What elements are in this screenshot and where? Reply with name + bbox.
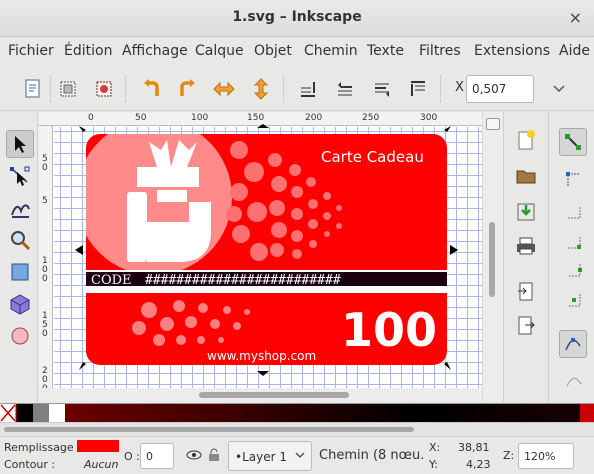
rotate-ccw-icon[interactable] xyxy=(139,76,165,102)
card-amount: 100 xyxy=(341,303,437,357)
no-paint-swatch[interactable] xyxy=(0,404,16,422)
selector-tool-icon[interactable] xyxy=(6,130,34,158)
raise-icon[interactable] xyxy=(332,76,358,102)
eye-icon[interactable] xyxy=(186,449,202,464)
node-tool-icon[interactable] xyxy=(6,162,34,190)
window-title: 1.svg – Inkscape xyxy=(232,9,362,25)
stroke-label: Contour : xyxy=(4,458,56,471)
snap-bbox-edges-icon[interactable] xyxy=(564,202,584,222)
fill-label: Remplissage : xyxy=(4,441,81,454)
opacity-input[interactable]: 0 xyxy=(140,443,174,469)
menu-chemin[interactable]: Chemin xyxy=(304,43,358,59)
zoom-tool-icon[interactable] xyxy=(6,226,34,254)
ellipse-tool-icon[interactable] xyxy=(6,322,34,350)
cursor-x-label: X: xyxy=(429,441,441,454)
fill-swatch[interactable] xyxy=(77,440,119,452)
lower-to-bottom-icon[interactable] xyxy=(405,76,431,102)
snap-paths-icon[interactable] xyxy=(564,370,584,390)
open-document-icon[interactable] xyxy=(512,162,540,190)
close-icon[interactable]: × xyxy=(569,8,582,27)
menu-edition[interactable]: Édition xyxy=(64,43,112,59)
selection-description: Chemin (8 nœu... xyxy=(319,448,423,463)
new-document-icon[interactable] xyxy=(512,126,540,154)
menu-affichage[interactable]: Affichage xyxy=(122,43,188,59)
scroll-thumb[interactable] xyxy=(489,222,495,297)
commands-toolbar: X 0,507 xyxy=(0,65,594,111)
flip-vertical-icon[interactable] xyxy=(248,76,274,102)
menu-bar: Fichier Édition Affichage Calque Objet C… xyxy=(0,37,594,65)
title-bar: 1.svg – Inkscape × xyxy=(0,0,594,37)
card-code-label: CODE xyxy=(91,273,132,288)
card-code-value: ######################### xyxy=(145,273,341,288)
tool-box xyxy=(0,112,38,402)
snap-bbox-corners-icon[interactable] xyxy=(564,232,584,252)
card-title: Carte Cadeau xyxy=(321,148,424,166)
document-properties-icon[interactable] xyxy=(20,76,46,102)
menu-calque[interactable]: Calque xyxy=(195,43,244,59)
snap-centers-icon[interactable] xyxy=(564,290,584,310)
snap-toolbar xyxy=(503,112,594,402)
snap-toggle-icon[interactable] xyxy=(559,128,587,156)
zoom-input[interactable]: 120% xyxy=(518,443,574,469)
layer-dropdown[interactable]: •Layer 1 xyxy=(228,441,312,471)
view-toggle-icon[interactable] xyxy=(486,118,500,130)
stroke-value: Aucun xyxy=(84,458,119,471)
import-icon[interactable] xyxy=(512,278,540,306)
chevron-down-icon[interactable] xyxy=(295,450,305,463)
horizontal-scrollbar[interactable] xyxy=(39,388,482,402)
x-label: X xyxy=(455,80,464,95)
red-swatch[interactable] xyxy=(580,404,594,422)
select-page-icon[interactable] xyxy=(91,76,117,102)
status-bar: Remplissage : Contour : Aucun O : 0 •Lay… xyxy=(0,436,594,474)
rotate-cw-icon[interactable] xyxy=(174,76,200,102)
cursor-x-value: 38,81 xyxy=(458,441,490,454)
lower-icon[interactable] xyxy=(369,76,395,102)
raise-to-top-icon[interactable] xyxy=(295,76,321,102)
select-all-icon[interactable] xyxy=(55,76,81,102)
palette-scrollbar[interactable] xyxy=(0,422,594,436)
zoom-label: Z: xyxy=(503,449,515,462)
lock-icon[interactable] xyxy=(208,448,220,465)
menu-aide[interactable]: Aide xyxy=(559,43,590,59)
chevron-down-icon[interactable] xyxy=(546,76,572,102)
card-url: www.myshop.com xyxy=(207,349,316,363)
layer-name: •Layer 1 xyxy=(235,450,287,464)
scroll-thumb[interactable] xyxy=(4,427,414,432)
snap-bbox-icon[interactable] xyxy=(564,170,584,190)
cursor-y-label: Y: xyxy=(429,458,438,471)
menu-texte[interactable]: Texte xyxy=(367,43,404,59)
white-swatch[interactable] xyxy=(49,404,65,422)
gray-swatch[interactable] xyxy=(33,404,49,422)
scroll-thumb[interactable] xyxy=(199,392,349,398)
export-icon[interactable] xyxy=(512,312,540,340)
gift-card[interactable]: Carte Cadeau CODE ######################… xyxy=(39,112,502,402)
rectangle-tool-icon[interactable] xyxy=(6,258,34,286)
opacity-label: O : xyxy=(124,450,140,463)
print-icon[interactable] xyxy=(512,232,540,260)
save-icon[interactable] xyxy=(512,198,540,226)
canvas[interactable]: 0 50 100 150 200 250 300 5 0 5 1 0 0 1 5… xyxy=(39,112,502,402)
color-palette[interactable] xyxy=(0,403,594,422)
black-swatch[interactable] xyxy=(17,404,33,422)
flip-horizontal-icon[interactable] xyxy=(211,76,237,102)
cursor-y-value: 4,23 xyxy=(466,458,491,471)
3d-box-tool-icon[interactable] xyxy=(6,290,34,318)
menu-objet[interactable]: Objet xyxy=(254,43,292,59)
menu-fichier[interactable]: Fichier xyxy=(8,43,54,59)
menu-extensions[interactable]: Extensions xyxy=(474,43,550,59)
snap-nodes-icon[interactable] xyxy=(559,330,587,358)
vertical-scrollbar[interactable] xyxy=(482,112,502,402)
snap-midpoints-icon[interactable] xyxy=(564,260,584,280)
menu-filtres[interactable]: Filtres xyxy=(419,43,461,59)
tweak-tool-icon[interactable] xyxy=(6,194,34,222)
x-position-input[interactable]: 0,507 xyxy=(466,75,534,103)
